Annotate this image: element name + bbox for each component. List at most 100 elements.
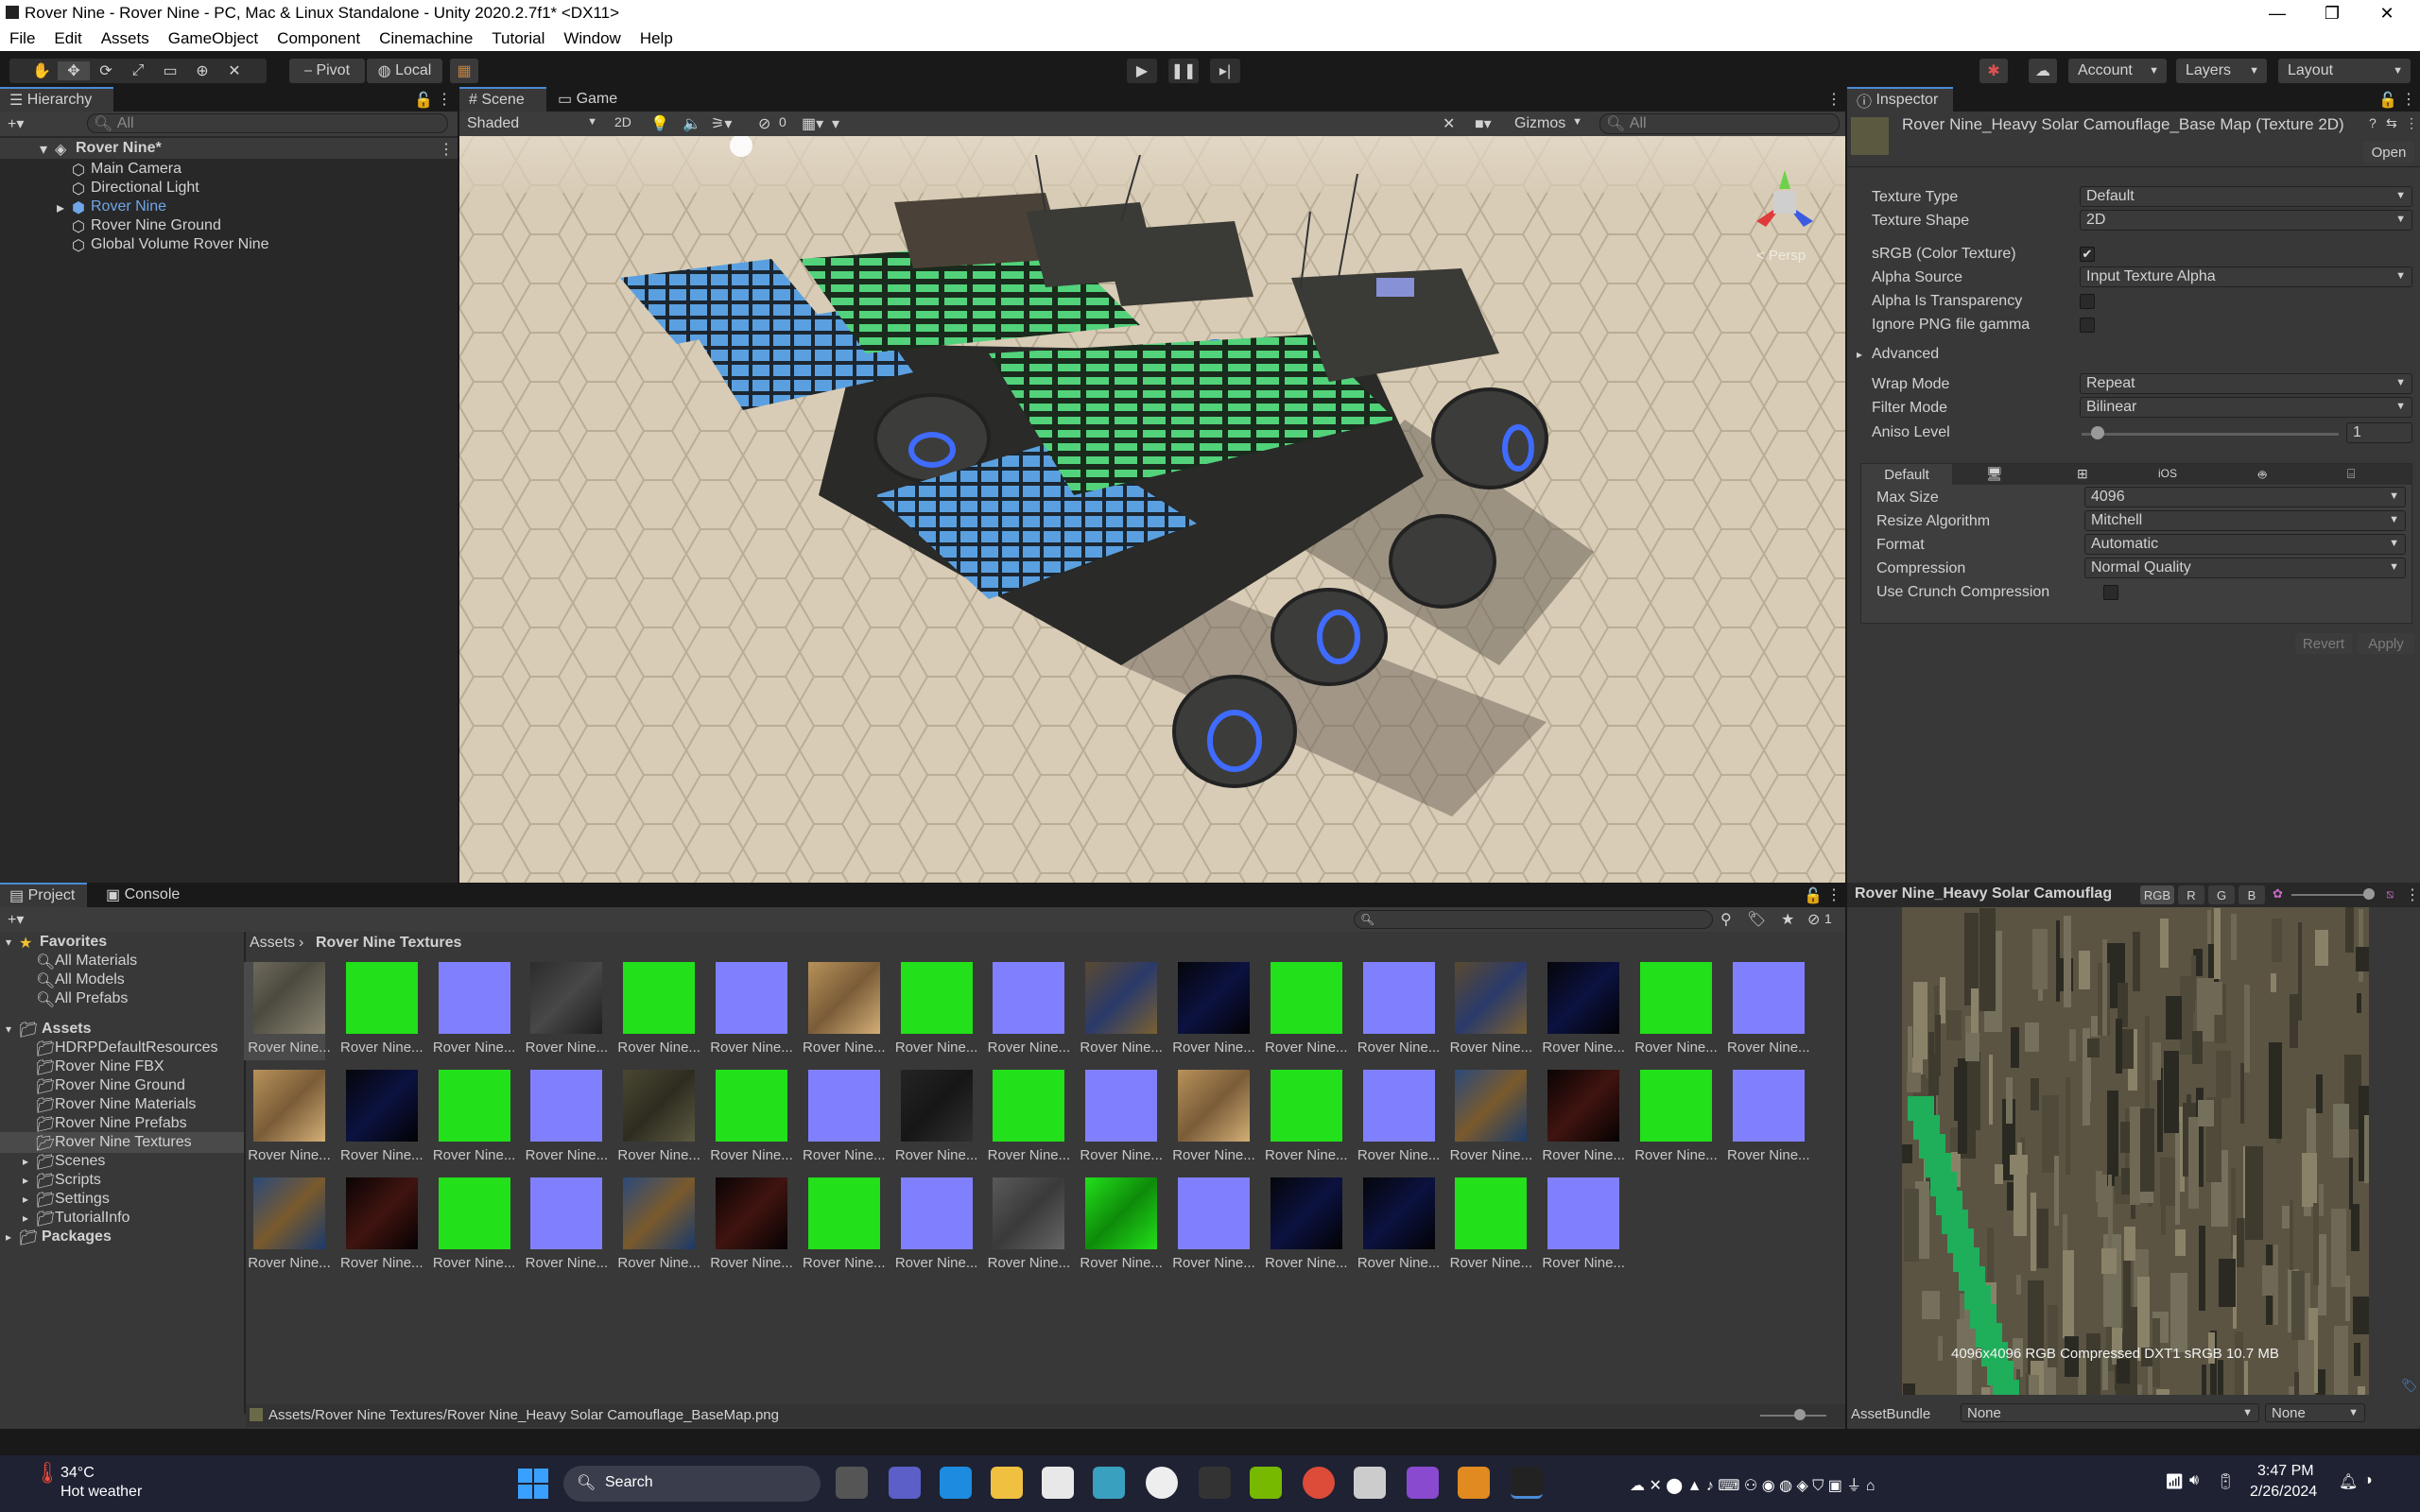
preset-icon[interactable]: ⇆ [2386,115,2397,131]
snap-settings-icon[interactable]: ▾ [832,114,839,133]
asset-tile[interactable]: Rover Nine... [1261,1070,1348,1168]
menu-gameobject[interactable]: GameObject [159,29,268,48]
channel-b-button[interactable]: B [2238,885,2265,904]
lighting-toggle-icon[interactable]: 💡 [650,114,669,133]
weather-description[interactable]: Hot weather [60,1484,142,1501]
effects-toggle-icon[interactable]: ⚞▾ [711,114,732,133]
hierarchy-item-global-volume[interactable]: ⬡ Global Volume Rover Nine [0,234,458,255]
custom-tool-icon[interactable]: ✕ [218,61,251,80]
layers-dropdown[interactable]: Layers ▼ [2176,59,2267,83]
tools-icon[interactable]: ✕ [1443,114,1455,133]
favorite-all-models[interactable]: All Models [55,971,125,988]
asset-tile[interactable]: Rover Nine... [614,962,700,1060]
lock-icon[interactable]: 🔓 [2378,91,2397,110]
asset-tile[interactable]: Rover Nine... [1445,1070,1532,1168]
maximize-button[interactable]: ❐ [2305,0,2360,26]
create-add-button[interactable]: +▾ [8,910,24,929]
menu-assets[interactable]: Assets [92,29,159,48]
asset-tile[interactable]: Rover Nine... [337,1177,424,1276]
expand-arrow-icon[interactable]: ▸ [23,1174,28,1187]
texture-type-dropdown[interactable]: Default ▼ [2080,186,2412,207]
asset-tile[interactable]: Rover Nine... [1538,1070,1625,1168]
hierarchy-search-input[interactable]: 🔍︎ All [87,113,448,133]
panel-menu-icon[interactable]: ⋮ [1826,90,1841,109]
app-icon[interactable] [1199,1467,1231,1499]
notification-bell-icon[interactable]: 🔔︎ [2339,1472,2358,1491]
aniso-level-input[interactable]: 1 [2346,422,2412,443]
collab-icon[interactable]: ✱ [1979,59,2008,83]
volume-icon[interactable]: 🔊︎ [2189,1472,2199,1489]
asset-tile[interactable]: Rover Nine... [706,1177,793,1276]
asset-tile[interactable]: Rover Nine... [983,962,1070,1060]
account-dropdown[interactable]: Account ▼ [2068,59,2167,83]
resize-algorithm-dropdown[interactable]: Mitchell ▼ [2084,510,2406,531]
asset-tile[interactable]: Rover Nine... [1631,962,1718,1060]
zoom-slider-thumb[interactable] [1794,1409,1806,1420]
webgl-icon[interactable]: ⌸ [2347,466,2355,482]
battery-icon[interactable]: 🔋︎ [2216,1472,2235,1491]
menu-component[interactable]: Component [268,29,370,48]
asset-tile[interactable]: Rover Nine... [429,1070,515,1168]
assetbundle-dropdown[interactable]: None ▼ [1961,1403,2259,1422]
asset-tile[interactable]: Rover Nine... [1261,1177,1348,1276]
asset-tile[interactable]: Rover Nine... [1354,962,1440,1060]
search-by-type-icon[interactable]: ⚲ [1720,910,1732,929]
asset-tile[interactable]: Rover Nine... [1538,962,1625,1060]
settings-menu-icon[interactable]: ⋮ [2405,115,2418,131]
rect-tool-icon[interactable]: ▭ [154,61,186,80]
expand-arrow-icon[interactable]: ▸ [1857,348,1862,361]
asset-tile[interactable]: Rover Nine... [1445,1177,1532,1276]
asset-tile[interactable]: Rover Nine... [614,1177,700,1276]
minimize-button[interactable]: — [2250,0,2305,26]
asset-tile[interactable]: Rover Nine... [1538,1177,1625,1276]
channel-r-button[interactable]: R [2178,885,2204,904]
camera-icon[interactable]: ■▾ [1475,114,1492,133]
scene-search-input[interactable]: 🔍︎ All [1599,113,1840,134]
folder-item[interactable]: TutorialInfo [55,1210,130,1227]
visibility-icon[interactable]: ⊘ [758,114,770,133]
apply-button[interactable]: Apply [2358,633,2414,654]
revert-button[interactable]: Revert [2295,633,2352,654]
teams-icon[interactable] [889,1467,921,1499]
expand-arrow-icon[interactable]: ▾ [6,1022,11,1036]
srgb-checkbox[interactable]: ✔ [2080,247,2095,262]
favorites-label[interactable]: Favorites [40,934,107,951]
expand-arrow-icon[interactable]: ▾ [6,936,11,949]
app-icon[interactable] [1354,1467,1386,1499]
asset-tile[interactable]: Rover Nine... [1076,1177,1163,1276]
asset-tile[interactable]: Rover Nine... [244,1177,331,1276]
video-editor-icon[interactable] [1407,1467,1439,1499]
copilot-icon[interactable]: ◑ [2363,1472,2373,1489]
expand-arrow-icon[interactable]: ▾ [40,140,47,159]
asset-tile[interactable]: Rover Nine... [1445,962,1532,1060]
folder-item[interactable]: Scenes [55,1153,105,1170]
mip-slider-thumb[interactable] [2363,888,2375,900]
menu-edit[interactable]: Edit [44,29,91,48]
tag-icon[interactable]: 🏷︎ [2401,1378,2418,1394]
gizmos-dropdown[interactable]: Gizmos ▼ [1509,113,1588,134]
menu-cinemachine[interactable]: Cinemachine [370,29,482,48]
scale-tool-icon[interactable]: ⤢ [122,62,154,79]
asset-tile[interactable]: Rover Nine... [521,962,608,1060]
scene-viewport[interactable]: < Persp [459,136,1845,883]
asset-tile[interactable]: Rover Nine... [337,1070,424,1168]
clock-time[interactable]: 3:47 PM [2257,1463,2314,1480]
tab-game[interactable]: ▭ Game [548,87,635,112]
hierarchy-item-main-camera[interactable]: ⬡ Main Camera [0,159,458,180]
scene-row[interactable]: ▾ ◈ Rover Nine* ⋮ [0,138,458,159]
scene-menu-icon[interactable]: ⋮ [439,140,454,159]
tab-console[interactable]: ▣ Console [96,883,191,907]
pause-button[interactable]: ❚❚ [1168,59,1199,83]
search-by-label-icon[interactable]: 🏷︎ [1747,910,1766,929]
asset-tile[interactable]: Rover Nine... [337,962,424,1060]
asset-tile[interactable]: Rover Nine... [1076,962,1163,1060]
expand-arrow-icon[interactable]: ▸ [6,1230,11,1244]
hierarchy-item-rover-nine-ground[interactable]: ⬡ Rover Nine Ground [0,215,458,236]
advanced-foldout[interactable]: Advanced [1872,346,1939,363]
wifi-icon[interactable]: 📶︎ [2165,1472,2184,1491]
folder-item[interactable]: Rover Nine FBX [55,1058,164,1075]
expand-arrow-icon[interactable]: ▸ [57,198,64,217]
weather-icon[interactable]: 🌡︎ [34,1461,60,1486]
folder-item[interactable]: Rover Nine Ground [55,1077,185,1094]
asset-tile[interactable]: Rover Nine... [1631,1070,1718,1168]
